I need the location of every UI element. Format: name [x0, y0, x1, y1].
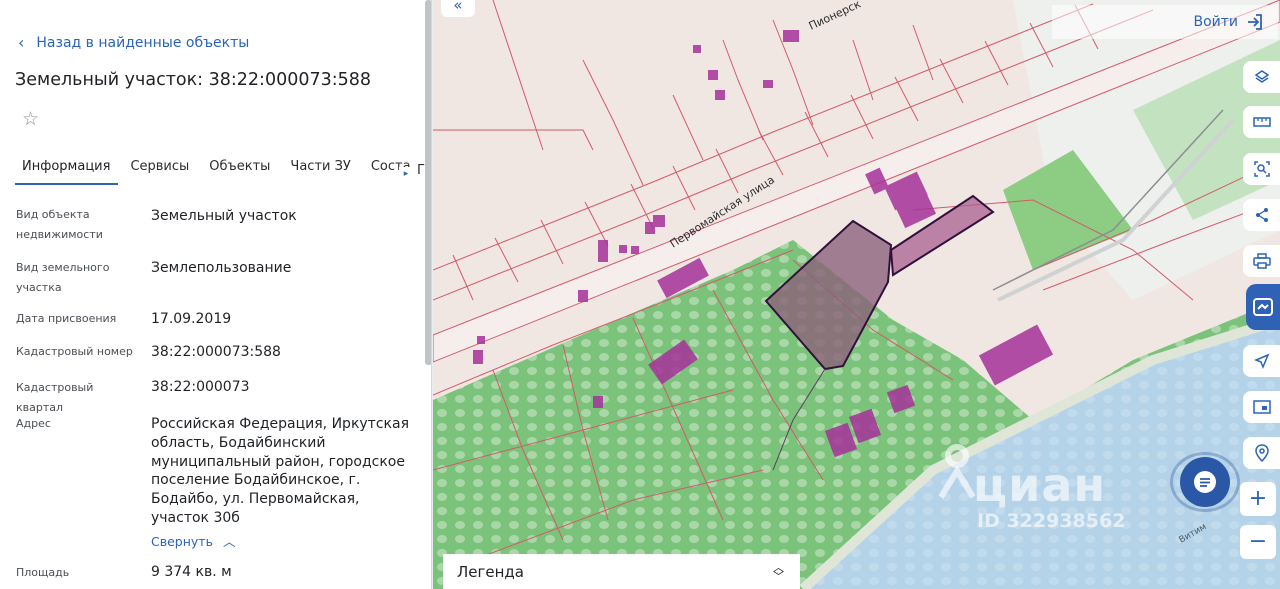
sort-arrows-icon: ︿ ﹀ [773, 560, 784, 583]
value-cadastral-quarter: 38:22:000073 [151, 379, 250, 395]
back-to-results-link[interactable]: ‹ Назад в найденные объекты [18, 33, 249, 52]
location-button[interactable] [1243, 437, 1280, 469]
screen-icon [1252, 400, 1271, 414]
chevron-left-icon: ‹ [18, 33, 25, 52]
value-land-type: Землепользование [151, 260, 292, 276]
collapse-label: Свернуть [151, 534, 213, 549]
cian-logo-icon [938, 443, 976, 499]
legend-label: Легенда [457, 562, 524, 581]
ruler-button[interactable] [1243, 106, 1280, 138]
object-info-panel: ‹ Назад в найденные объекты Земельный уч… [0, 0, 432, 589]
area-select-icon [1253, 161, 1270, 177]
label-cadastral-number: Кадастровый номер [16, 345, 133, 358]
label-area: Площадь уточненная [16, 566, 84, 589]
chat-button[interactable] [1180, 457, 1230, 507]
value-area: 9 374 кв. м [151, 564, 232, 580]
area-select-button[interactable] [1243, 153, 1280, 185]
collapse-panel-button[interactable]: « [441, 0, 475, 17]
navigate-icon [1253, 353, 1269, 369]
chat-icon [1194, 471, 1216, 493]
value-assign-date: 17.09.2019 [151, 311, 232, 327]
page-title: Земельный участок: 38:22:000073:588 [15, 70, 372, 90]
map-canvas[interactable]: Первомайская улица Пионерск Витим [433, 0, 1280, 589]
print-icon [1252, 253, 1271, 269]
value-cadastral-number: 38:22:000073:588 [151, 344, 281, 360]
cadastral-map[interactable]: Первомайская улица Пионерск Витим [433, 0, 1280, 589]
tabs-bar: Информация Сервисы Объекты Части ЗУ Сост… [15, 150, 425, 185]
favorite-star-icon[interactable]: ☆ [22, 108, 39, 130]
back-link-label: Назад в найденные объекты [36, 34, 250, 51]
label-address: Адрес [16, 417, 51, 430]
label-cadastral-quarter: Кадастровый квартал [16, 381, 94, 414]
login-label: Войти [1193, 14, 1238, 30]
chevron-up-icon: ︿ [222, 534, 236, 549]
label-object-type: Вид объекта недвижимости [16, 208, 103, 241]
login-icon [1248, 14, 1262, 30]
location-icon [1254, 444, 1269, 462]
zoom-in-button[interactable]: + [1240, 482, 1276, 516]
label-assign-date: Дата присвоения [16, 312, 117, 325]
screen-button[interactable] [1243, 391, 1280, 423]
login-button[interactable]: Войти [1052, 5, 1278, 39]
value-address: Российская Федерация, Иркутская область,… [151, 416, 409, 526]
label-land-type: Вид земельного участка [16, 261, 110, 294]
zoom-out-button[interactable]: − [1240, 525, 1276, 559]
watermark-brand: циан [973, 458, 1107, 512]
share-icon [1255, 208, 1268, 222]
tab-objects[interactable]: Объекты [202, 150, 278, 185]
layers-button[interactable] [1243, 61, 1280, 93]
tab-land-parts[interactable]: Части ЗУ [283, 150, 358, 185]
layers-icon [1254, 70, 1269, 83]
tab-information[interactable]: Информация [15, 150, 119, 185]
tab-services[interactable]: Сервисы [123, 150, 197, 185]
active-tool-icon [1253, 298, 1273, 316]
active-tool-button[interactable] [1246, 284, 1280, 330]
ruler-icon [1252, 117, 1271, 127]
tabs-scroll-right-icon[interactable]: ▸ [399, 167, 413, 181]
print-button[interactable] [1243, 245, 1280, 277]
value-object-type: Земельный участок [151, 208, 297, 224]
collapse-address-link[interactable]: Свернуть ︿ [151, 531, 235, 550]
watermark-id: ID 322938562 [977, 510, 1126, 532]
navigate-button[interactable] [1243, 345, 1280, 377]
legend-dropdown[interactable]: Легенда ︿ ﹀ [443, 554, 800, 589]
panel-scrollbar[interactable] [425, 0, 431, 365]
share-button[interactable] [1243, 199, 1280, 231]
